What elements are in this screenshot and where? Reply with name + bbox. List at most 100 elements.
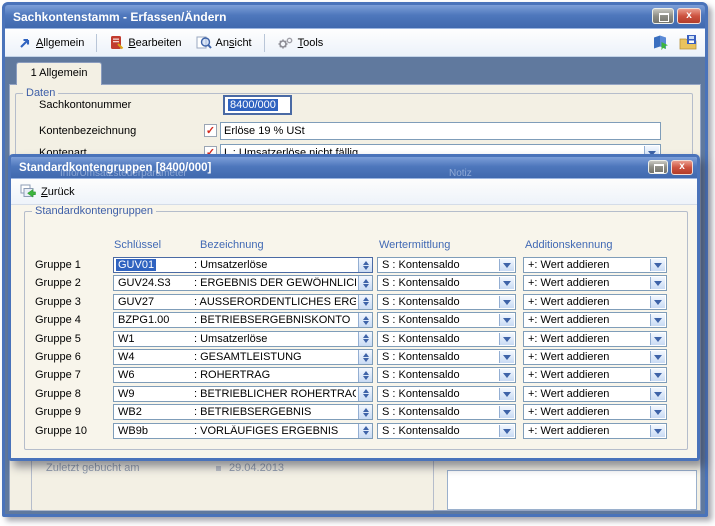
wertermittlung-dropdown[interactable]: S : Kontensaldo — [377, 404, 516, 420]
chevron-down-icon[interactable] — [499, 425, 514, 437]
save-icon[interactable] — [679, 34, 697, 50]
additionskennung-dropdown[interactable]: +: Wert addieren — [523, 423, 667, 439]
additionskennung-dropdown[interactable]: +: Wert addieren — [523, 367, 667, 383]
spinner-icon[interactable] — [358, 332, 372, 346]
wertermittlung-dropdown[interactable]: S : Kontensaldo — [377, 257, 516, 273]
close-icon[interactable]: x — [671, 160, 693, 175]
notiz-memo[interactable] — [447, 470, 697, 510]
key-value: W6 — [118, 369, 135, 381]
additionskennung-dropdown[interactable]: +: Wert addieren — [523, 294, 667, 310]
kontenbezeichnung-input[interactable]: Erlöse 19 % USt — [220, 122, 661, 140]
chevron-down-icon[interactable] — [499, 369, 514, 381]
wertermittlung-dropdown[interactable]: S : Kontensaldo — [377, 423, 516, 439]
key-description-field[interactable]: GUV24.S3 : ERGEBNIS DER GEWÖHNLICHEN GES — [113, 275, 373, 291]
additionskennung-dropdown[interactable]: +: Wert addieren — [523, 312, 667, 328]
table-row: Gruppe 5 W1 : Umsatzerlöse S : Kontensal… — [11, 331, 697, 348]
chevron-down-icon[interactable] — [650, 406, 665, 418]
close-icon[interactable]: x — [677, 8, 701, 24]
chevron-down-icon[interactable] — [499, 351, 514, 363]
key-description-field[interactable]: WB2 : BETRIEBSERGEBNIS — [113, 404, 373, 420]
chevron-down-icon[interactable] — [499, 277, 514, 289]
chevron-down-icon[interactable] — [499, 314, 514, 326]
back-icon — [20, 184, 36, 199]
chevron-down-icon[interactable] — [499, 406, 514, 418]
key-description-field[interactable]: W1 : Umsatzerlöse — [113, 331, 373, 347]
spinner-icon[interactable] — [358, 295, 372, 309]
menu-bearbeiten[interactable]: Bearbeiten — [104, 33, 186, 52]
sachkontonummer-value: 8400/000 — [228, 99, 278, 111]
chevron-down-icon[interactable] — [650, 296, 665, 308]
additionskennung-value: +: Wert addieren — [528, 333, 648, 345]
additionskennung-dropdown[interactable]: +: Wert addieren — [523, 349, 667, 365]
sachkontonummer-input[interactable]: 8400/000 — [223, 95, 292, 115]
key-description-field[interactable]: W4 : GESAMTLEISTUNG — [113, 349, 373, 365]
additionskennung-dropdown[interactable]: +: Wert addieren — [523, 386, 667, 402]
key-value: GUV24.S3 — [118, 277, 171, 289]
bullet-icon — [216, 466, 221, 471]
back-button[interactable]: Zurück — [41, 186, 75, 198]
additionskennung-dropdown[interactable]: +: Wert addieren — [523, 275, 667, 291]
restore-icon[interactable] — [648, 160, 668, 174]
additionskennung-dropdown[interactable]: +: Wert addieren — [523, 257, 667, 273]
chevron-down-icon[interactable] — [499, 388, 514, 400]
menu-tools[interactable]: Tools — [272, 34, 329, 52]
description-value: : ERGEBNIS DER GEWÖHNLICHEN GES — [194, 277, 356, 289]
chevron-down-icon[interactable] — [650, 369, 665, 381]
key-description-field[interactable]: W6 : ROHERTRAG — [113, 367, 373, 383]
restore-icon[interactable] — [652, 8, 674, 24]
chevron-down-icon[interactable] — [650, 425, 665, 437]
chevron-down-icon[interactable] — [650, 314, 665, 326]
key-value: GUV27 — [118, 296, 154, 308]
key-description-field[interactable]: W9 : BETRIEBLICHER ROHERTRAG — [113, 386, 373, 402]
wertermittlung-dropdown[interactable]: S : Kontensaldo — [377, 312, 516, 328]
wertermittlung-dropdown[interactable]: S : Kontensaldo — [377, 331, 516, 347]
chevron-down-icon[interactable] — [650, 259, 665, 271]
key-description-field[interactable]: GUV27 : AUSSERORDENTLICHES ERGEBNIS — [113, 294, 373, 310]
chevron-down-icon[interactable] — [650, 351, 665, 363]
spinner-icon[interactable] — [358, 276, 372, 290]
key-description-field[interactable]: BZPG1.00 : BETRIEBSERGEBNISKONTO — [113, 312, 373, 328]
description-value: : BETRIEBSERGEBNIS — [194, 406, 356, 418]
wertermittlung-dropdown[interactable]: S : Kontensaldo — [377, 275, 516, 291]
spinner-icon[interactable] — [358, 405, 372, 419]
table-row: Gruppe 4 BZPG1.00 : BETRIEBSERGEBNISKONT… — [11, 312, 697, 329]
wertermittlung-dropdown[interactable]: S : Kontensaldo — [377, 367, 516, 383]
additionskennung-dropdown[interactable]: +: Wert addieren — [523, 404, 667, 420]
chevron-down-icon[interactable] — [650, 333, 665, 345]
key-description-field[interactable]: WB9b : VORLÄUFIGES ERGEBNIS — [113, 423, 373, 439]
additionskennung-dropdown[interactable]: +: Wert addieren — [523, 331, 667, 347]
menu-ansicht[interactable]: Ansicht — [191, 33, 257, 52]
wertermittlung-value: S : Kontensaldo — [382, 259, 497, 271]
chevron-down-icon[interactable] — [499, 296, 514, 308]
row-label: Gruppe 10 — [35, 425, 87, 437]
wertermittlung-dropdown[interactable]: S : Kontensaldo — [377, 349, 516, 365]
chevron-down-icon[interactable] — [650, 277, 665, 289]
gear-icon — [277, 36, 294, 50]
wertermittlung-dropdown[interactable]: S : Kontensaldo — [377, 386, 516, 402]
wertermittlung-value: S : Kontensaldo — [382, 406, 497, 418]
chevron-down-icon[interactable] — [499, 333, 514, 345]
magnifier-icon — [196, 35, 212, 50]
book-export-icon[interactable] — [652, 34, 670, 50]
chevron-down-icon[interactable] — [499, 259, 514, 271]
tab-allgemein[interactable]: 1 Allgemein — [16, 62, 102, 85]
description-value: : BETRIEBSERGEBNISKONTO — [194, 314, 356, 326]
spinner-icon[interactable] — [358, 313, 372, 327]
spinner-icon[interactable] — [358, 387, 372, 401]
menu-allgemein[interactable]: Allgemein — [13, 34, 89, 51]
separator — [264, 34, 265, 52]
standardkontengruppen-dialog: Standardkontengruppen [8400/000] Info/Um… — [8, 154, 700, 461]
spinner-icon[interactable] — [358, 258, 372, 272]
key-description-field[interactable]: GUV01 : Umsatzerlöse — [113, 257, 373, 273]
description-value: : VORLÄUFIGES ERGEBNIS — [194, 425, 356, 437]
spinner-icon[interactable] — [358, 368, 372, 382]
description-value: : ROHERTRAG — [194, 369, 356, 381]
spinner-icon[interactable] — [358, 350, 372, 364]
ghost-notiz-label: Notiz — [449, 168, 472, 179]
wertermittlung-dropdown[interactable]: S : Kontensaldo — [377, 294, 516, 310]
description-value: : AUSSERORDENTLICHES ERGEBNIS — [194, 296, 356, 308]
chevron-down-icon[interactable] — [650, 388, 665, 400]
menu-allgemein-label: Allgemein — [36, 37, 84, 49]
spinner-icon[interactable] — [358, 424, 372, 438]
check-icon[interactable] — [204, 124, 217, 137]
